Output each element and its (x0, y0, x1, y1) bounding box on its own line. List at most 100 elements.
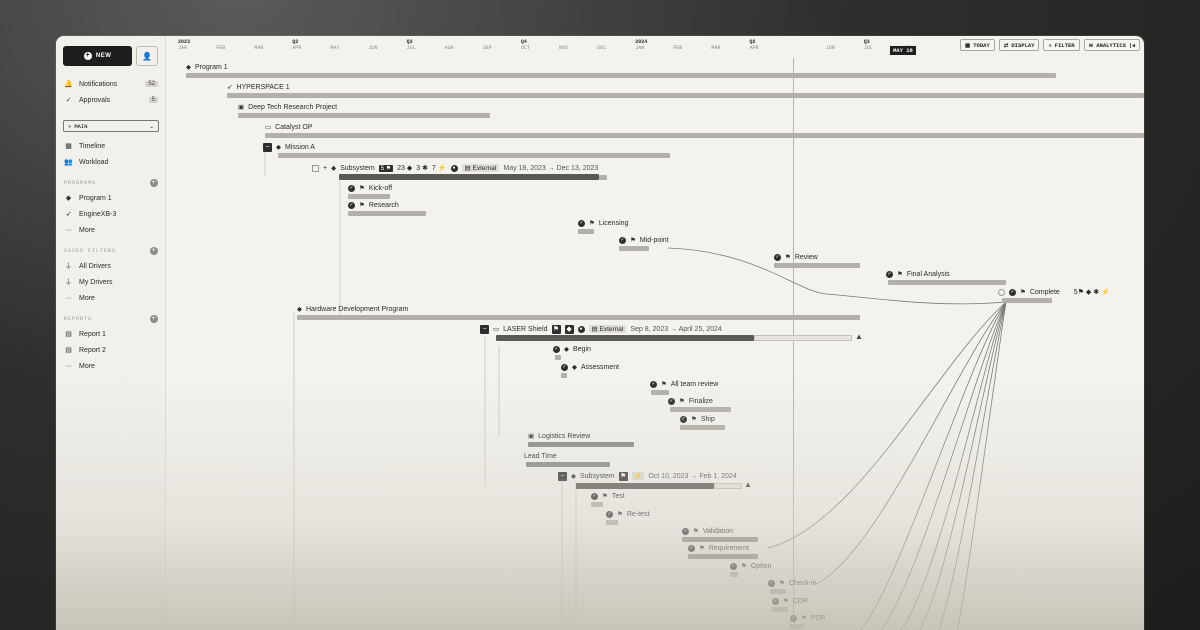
check-icon: ✓ (682, 527, 689, 535)
finalize-bar[interactable] (670, 407, 731, 412)
cdr-bar[interactable] (772, 607, 788, 612)
mission-a-bar[interactable] (278, 153, 670, 158)
sidebar-item-reports-more[interactable]: ··· More (63, 358, 158, 374)
analytics-button[interactable]: ≋ ANALYTICS |◂ (1083, 39, 1140, 51)
option-bar[interactable] (730, 572, 738, 577)
begin-bar[interactable] (555, 355, 561, 360)
validation-bar[interactable] (682, 537, 758, 542)
display-button[interactable]: ⇄ DISPLAY (998, 39, 1040, 51)
row-cdr[interactable]: ✓ ⚑ CDR (772, 596, 808, 606)
dependency-line (956, 301, 1007, 630)
row-all-team-review[interactable]: ✓ ⚑ All team review (650, 379, 718, 389)
sidebar-item-report-2[interactable]: ▤ Report 2 (63, 342, 158, 358)
row-deep-tech[interactable]: ▣ Deep Tech Research Project (238, 102, 337, 112)
more-label: More (79, 226, 95, 234)
deep-tech-bar[interactable] (238, 113, 490, 118)
subsystem-bar[interactable] (339, 174, 599, 180)
add-report-icon[interactable]: + (150, 315, 158, 323)
kick-off-bar[interactable] (348, 194, 390, 199)
sidebar-item-program-1[interactable]: ◆ Program 1 (63, 190, 158, 206)
checkbox-icon[interactable] (998, 288, 1005, 296)
row-hyperspace-1[interactable]: ➶ HYPERSPACE 1 (227, 82, 290, 92)
check-in-bar[interactable] (770, 589, 786, 594)
review-bar[interactable] (774, 263, 860, 268)
row-review[interactable]: ✓ ⚑ Review (774, 252, 818, 262)
add-user-button[interactable]: 👤 (136, 46, 158, 66)
add-filter-icon[interactable]: + (150, 247, 158, 255)
sidebar-item-all-drivers[interactable]: ⏚ All Drivers (63, 258, 158, 274)
sidebar-item-my-drivers[interactable]: ⏚ My Drivers (63, 274, 158, 290)
sidebar-item-timeline[interactable]: ▦ Timeline (63, 138, 158, 154)
row-final-analysis[interactable]: ✓ ⚑ Final Analysis (886, 269, 950, 279)
hardware-program-bar[interactable] (297, 315, 860, 320)
row-laser-shield[interactable]: − ▭ LASER Shield ⚑ ◆ ● ▤ External Sep 8,… (480, 324, 722, 334)
sidebar-item-notifications[interactable]: 🔔 Notifications 52 (63, 76, 158, 92)
assessment-bar[interactable] (561, 373, 567, 378)
row-requirement[interactable]: ✓ ⚑ Requirement (688, 543, 749, 553)
tick-month-label: AUG (444, 45, 454, 51)
row-test[interactable]: ✓ ⚑ Test (591, 491, 625, 501)
row-check-in[interactable]: ✓ ⚑ Check-in (768, 578, 816, 588)
sidebar-item-report-1[interactable]: ▤ Report 1 (63, 326, 158, 342)
lead-time-bar[interactable] (526, 462, 610, 467)
sidebar-item-approvals[interactable]: ✓ Approvals 5 (63, 92, 158, 108)
research-bar[interactable] (348, 211, 426, 216)
row-hardware-program[interactable]: ◆ Hardware Development Program (297, 304, 408, 314)
row-pdr[interactable]: ✓ ⚑ PDR (790, 613, 826, 623)
row-begin[interactable]: ✓ ◆ Begin (553, 344, 591, 354)
laser-shield-bar[interactable] (496, 335, 754, 341)
new-button[interactable]: + NEW (63, 46, 133, 66)
sidebar-item-programs-more[interactable]: ··· More (63, 222, 158, 238)
month-tick: AUG (445, 39, 454, 51)
row-research[interactable]: ✓ ⚑ Research (348, 200, 399, 210)
catalyst-bar[interactable] (265, 133, 1144, 138)
collapse-icon[interactable]: − (263, 142, 272, 152)
row-logistics-review[interactable]: ▣ Logistics Review (528, 431, 590, 441)
filter-button[interactable]: ≡ FILTER (1043, 39, 1080, 51)
test-bar[interactable] (591, 502, 603, 507)
all-team-review-bar[interactable] (651, 390, 669, 395)
checkbox-icon[interactable] (312, 164, 319, 172)
program-1-bar[interactable] (186, 73, 1056, 78)
hyperspace-bar[interactable] (227, 93, 1144, 98)
row-complete[interactable]: ✓ ⚑ Complete 5⚑ ◆ ✱ ⚡ (998, 287, 1110, 297)
ship-bar[interactable] (680, 425, 725, 430)
check-icon: ✓ (591, 492, 598, 500)
row-subsystem-2[interactable]: − ◆ Subsystem ⚑ ⚡ Oct 10, 2023 → Feb 1, … (558, 471, 737, 481)
mid-point-bar[interactable] (619, 246, 649, 251)
row-program-1[interactable]: ◆ Program 1 (186, 62, 228, 72)
row-option[interactable]: ✓ ⚑ Option (730, 561, 771, 571)
check-icon: ✓ (606, 510, 613, 518)
row-mission-a[interactable]: − ◆ Mission A (263, 142, 315, 152)
pdr-bar[interactable] (790, 624, 804, 629)
row-lead-time[interactable]: Lead Time (524, 451, 557, 461)
collapse-icon[interactable]: − (480, 324, 489, 334)
complete-bar[interactable] (1002, 298, 1052, 303)
row-kick-off[interactable]: ✓ ⚑ Kick-off (348, 183, 392, 193)
subsystem-2-bar[interactable] (576, 483, 714, 489)
licensing-bar[interactable] (578, 229, 594, 234)
requirement-bar[interactable] (688, 554, 758, 559)
row-label: Mid-point (639, 236, 669, 244)
add-program-icon[interactable]: + (150, 179, 158, 187)
re-test-bar[interactable] (606, 520, 618, 525)
add-icon[interactable]: + (323, 165, 327, 172)
collapse-icon[interactable]: − (558, 471, 567, 481)
row-assessment[interactable]: ✓ ◆ Assessment (561, 362, 619, 372)
row-ship[interactable]: ✓ ⚑ Ship (680, 414, 715, 424)
row-subsystem[interactable]: + ◆ Subsystem 5 ⚑ 23 ◆ 3 ✱ 7 ⚡ ● ▤ Exter… (312, 163, 598, 173)
row-catalyst-op[interactable]: ▭ Catalyst OP (265, 122, 313, 132)
sidebar-item-filters-more[interactable]: ··· More (63, 290, 158, 306)
check-icon: ✓ (790, 614, 797, 622)
today-button[interactable]: ▦ TODAY (960, 39, 995, 51)
sidebar-item-workload[interactable]: 👥 Workload (63, 154, 158, 170)
logistics-review-bar[interactable] (528, 442, 634, 447)
sidebar-item-enginexb-3[interactable]: ➶ EngineXB-3 (63, 206, 158, 222)
row-re-test[interactable]: ✓ ⚑ Re-test (606, 509, 649, 519)
branch-select[interactable]: ⑂ MAIN ⌄ (63, 120, 159, 132)
row-mid-point[interactable]: ✓ ⚑ Mid-point (619, 235, 669, 245)
final-analysis-bar[interactable] (888, 280, 1006, 285)
row-finalize[interactable]: ✓ ⚑ Finalize (668, 396, 713, 406)
row-validation[interactable]: ✓ ⚑ Validation (682, 526, 733, 536)
row-licensing[interactable]: ✓ ⚑ Licensing (578, 218, 628, 228)
